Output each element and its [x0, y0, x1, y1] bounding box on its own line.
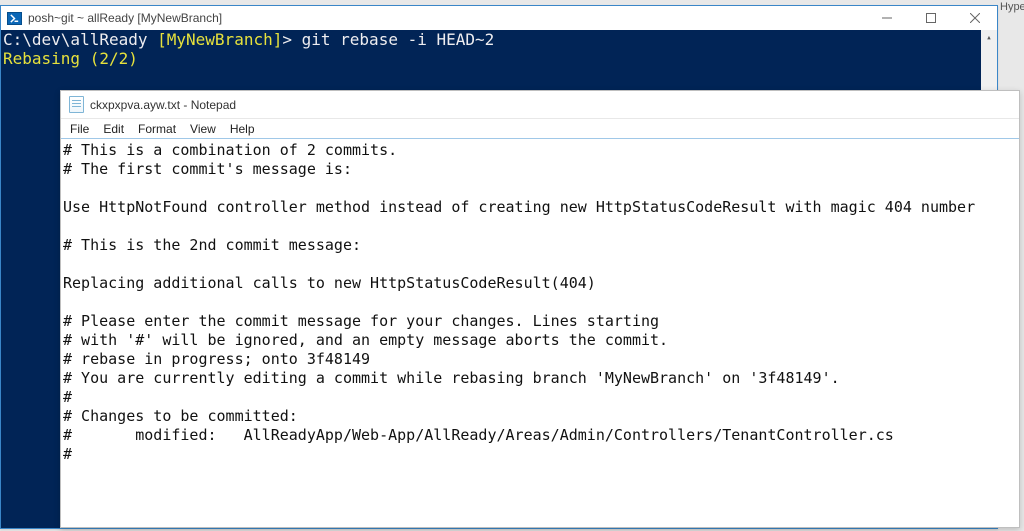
notepad-title-text: ckxpxpva.ayw.txt - Notepad: [90, 98, 236, 112]
notepad-menubar: File Edit Format View Help: [61, 119, 1019, 139]
notepad-window: ckxpxpva.ayw.txt - Notepad File Edit For…: [60, 90, 1020, 528]
close-button[interactable]: [953, 6, 997, 30]
menu-edit[interactable]: Edit: [98, 121, 129, 137]
menu-format[interactable]: Format: [133, 121, 181, 137]
window-buttons: [865, 6, 997, 30]
notepad-editor[interactable]: # This is a combination of 2 commits. # …: [61, 139, 1019, 466]
prompt-branch: [MyNewBranch]: [157, 30, 282, 49]
powershell-icon: [7, 12, 22, 25]
prompt-path: C:\dev\allReady: [3, 30, 157, 49]
menu-view[interactable]: View: [185, 121, 221, 137]
prompt-separator: >: [282, 30, 301, 49]
command-text: git rebase -i HEAD~2: [302, 30, 495, 49]
menu-file[interactable]: File: [65, 121, 94, 137]
scroll-up-icon[interactable]: ▴: [981, 30, 997, 46]
minimize-button[interactable]: [865, 6, 909, 30]
background-label: Hype: [1000, 1, 1024, 13]
menu-help[interactable]: Help: [225, 121, 260, 137]
prompt-line: C:\dev\allReady [MyNewBranch]> git rebas…: [3, 30, 995, 49]
notepad-titlebar[interactable]: ckxpxpva.ayw.txt - Notepad: [61, 91, 1019, 119]
maximize-button[interactable]: [909, 6, 953, 30]
powershell-titlebar[interactable]: posh~git ~ allReady [MyNewBranch]: [1, 6, 997, 30]
powershell-title-text: posh~git ~ allReady [MyNewBranch]: [28, 11, 222, 25]
notepad-icon: [69, 96, 84, 113]
status-line: Rebasing (2/2): [3, 49, 995, 68]
